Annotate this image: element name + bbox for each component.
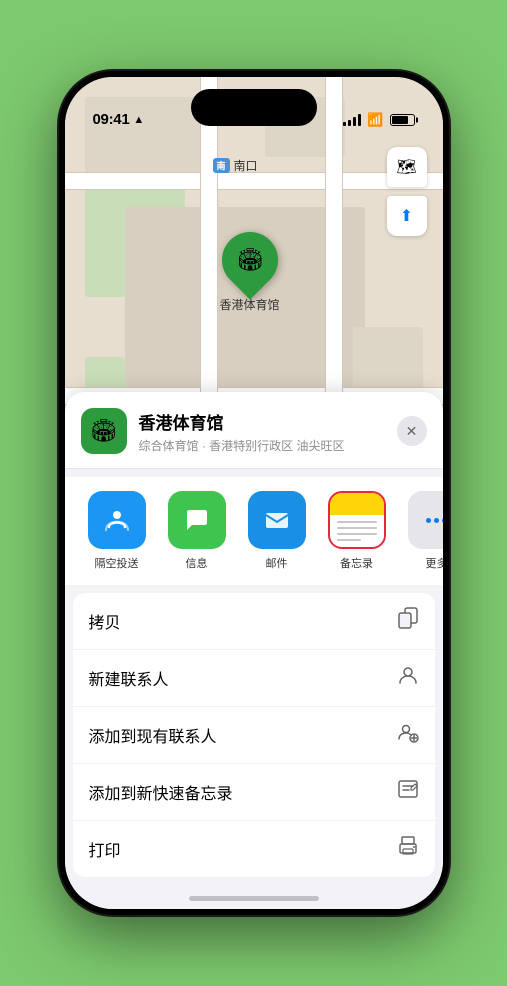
messages-icon-wrap — [168, 491, 226, 549]
more-label: 更多 — [426, 555, 443, 571]
action-new-contact-label: 新建联系人 — [89, 666, 169, 690]
action-add-existing-label: 添加到现有联系人 — [89, 723, 217, 747]
map-type-icon: 🗺 — [396, 157, 416, 177]
exit-badge: 南 — [213, 158, 230, 173]
airdrop-icon-wrap — [88, 491, 146, 549]
stadium-pin: 🏟 — [210, 220, 289, 299]
signal-bars-icon — [343, 114, 361, 126]
wifi-icon: 📶 — [367, 112, 383, 128]
messages-label: 信息 — [186, 555, 208, 571]
status-icons: 📶 — [343, 112, 414, 128]
bottom-sheet: 🏟 香港体育馆 综合体育馆 · 香港特别行政区 油尖旺区 ✕ — [65, 392, 443, 909]
phone-screen: 09:41 ▲ 📶 — [65, 77, 443, 909]
close-button[interactable]: ✕ — [397, 416, 427, 446]
location-button[interactable]: ⬆ — [387, 196, 427, 236]
phone-frame: 09:41 ▲ 📶 — [59, 71, 449, 915]
map-type-button[interactable]: 🗺 — [387, 147, 427, 187]
share-mail[interactable]: 邮件 — [241, 491, 313, 571]
action-new-contact[interactable]: 新建联系人 — [73, 650, 435, 707]
place-subtitle: 综合体育馆 · 香港特别行政区 油尖旺区 — [139, 437, 385, 454]
share-airdrop[interactable]: 隔空投送 — [81, 491, 153, 571]
location-arrow-icon: ▲ — [133, 114, 144, 126]
action-copy-label: 拷贝 — [89, 609, 121, 633]
more-icon-wrap — [408, 491, 443, 549]
home-indicator — [189, 896, 319, 901]
print-icon — [397, 835, 419, 863]
status-time: 09:41 — [93, 111, 130, 128]
share-messages[interactable]: 信息 — [161, 491, 233, 571]
notes-icon-wrap — [328, 491, 386, 549]
map-south-exit: 南 南口 — [213, 157, 258, 174]
place-info: 香港体育馆 综合体育馆 · 香港特别行政区 油尖旺区 — [139, 409, 385, 454]
place-icon: 🏟 — [81, 408, 127, 454]
mail-icon-wrap — [248, 491, 306, 549]
close-icon: ✕ — [406, 423, 418, 440]
share-more[interactable]: 更多 — [401, 491, 443, 571]
airdrop-label: 隔空投送 — [95, 555, 139, 571]
quick-note-icon — [397, 778, 419, 806]
copy-icon — [397, 607, 419, 635]
action-print[interactable]: 打印 — [73, 821, 435, 877]
compass-icon: ⬆ — [400, 206, 413, 226]
share-row: 隔空投送 信息 — [65, 477, 443, 585]
action-quick-note-label: 添加到新快速备忘录 — [89, 780, 233, 804]
action-copy[interactable]: 拷贝 — [73, 593, 435, 650]
dynamic-island — [191, 89, 317, 126]
mail-label: 邮件 — [266, 555, 288, 571]
action-quick-note[interactable]: 添加到新快速备忘录 — [73, 764, 435, 821]
stadium-icon: 🏟 — [236, 247, 264, 273]
map-button-group: 🗺 ⬆ — [387, 147, 427, 236]
action-list: 拷贝 新建联系人 — [73, 593, 435, 877]
battery-icon — [390, 114, 415, 126]
notes-label: 备忘录 — [340, 555, 373, 571]
stadium-marker[interactable]: 🏟 香港体育馆 — [220, 232, 280, 313]
person-add-icon — [397, 721, 419, 749]
share-notes[interactable]: 备忘录 — [321, 491, 393, 571]
place-name: 香港体育馆 — [139, 409, 385, 434]
more-dots — [408, 491, 443, 549]
action-print-label: 打印 — [89, 837, 121, 861]
place-header: 🏟 香港体育馆 综合体育馆 · 香港特别行政区 油尖旺区 ✕ — [65, 392, 443, 469]
action-add-existing-contact[interactable]: 添加到现有联系人 — [73, 707, 435, 764]
exit-label: 南口 — [234, 157, 258, 174]
person-icon — [397, 664, 419, 692]
